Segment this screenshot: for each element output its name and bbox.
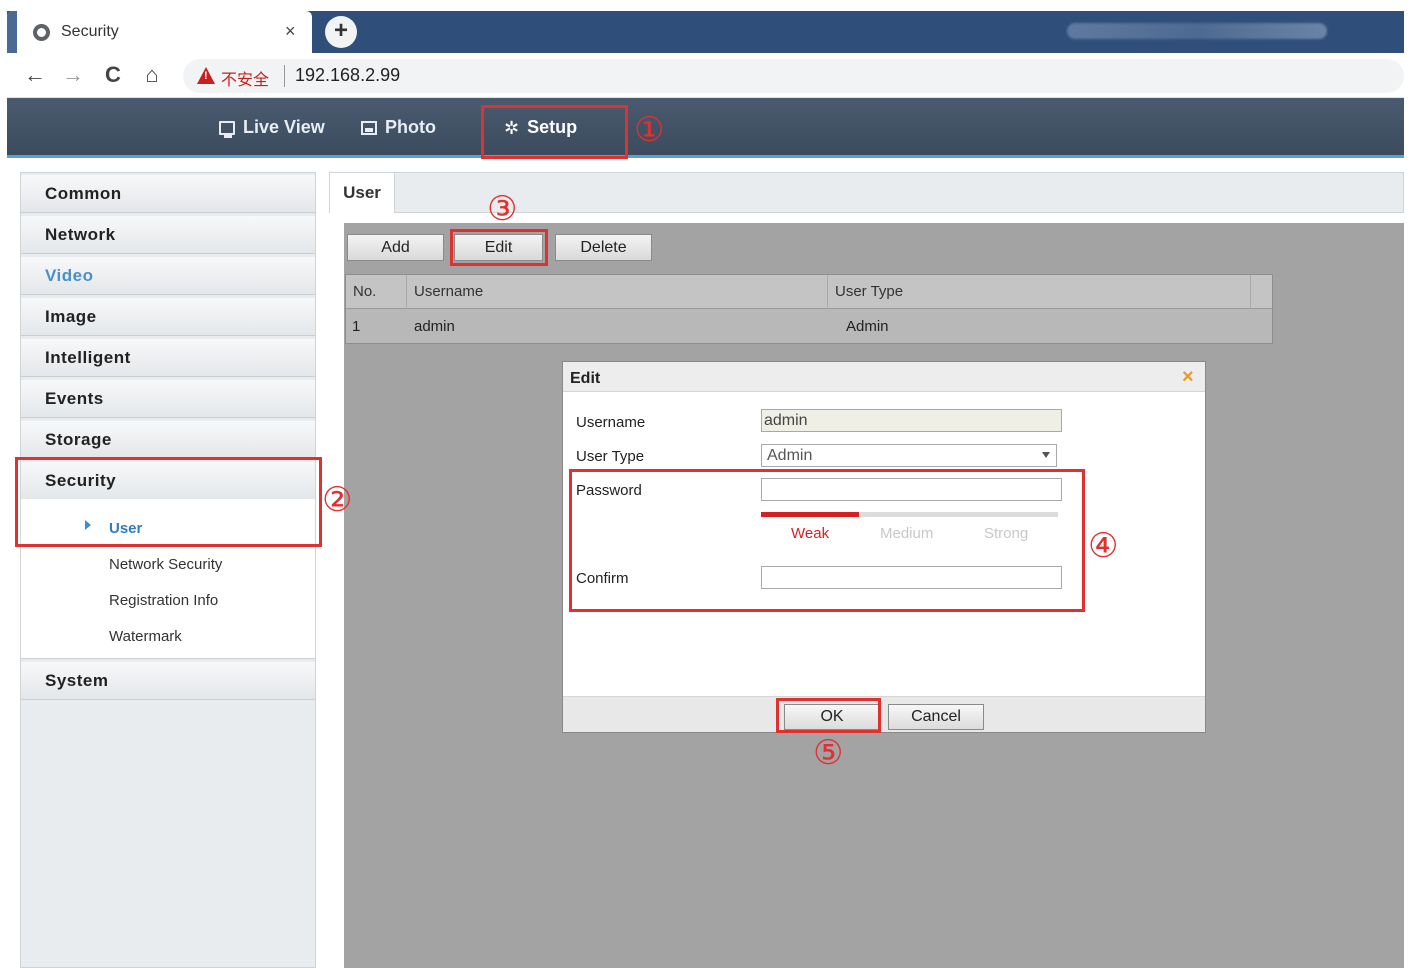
column-header-username[interactable]: Username xyxy=(407,275,828,309)
user-type-value: Admin xyxy=(767,447,813,464)
nav-live-view-label: Live View xyxy=(243,117,325,137)
sidebar-item-network[interactable]: Network xyxy=(21,216,315,254)
forward-arrow-icon[interactable]: → xyxy=(59,62,87,88)
monitor-icon xyxy=(219,120,235,138)
dialog-footer xyxy=(563,696,1205,732)
annotation-box-password xyxy=(569,469,1085,612)
sidebar-item-image[interactable]: Image xyxy=(21,298,315,336)
app-header: Live View Photo ✲ Setup xyxy=(7,98,1404,158)
cell-no: 1 xyxy=(352,318,361,335)
annotation-step-3: ③ xyxy=(487,189,518,229)
annotation-step-2: ② xyxy=(322,480,353,520)
settings-sidebar: Common Network Video Image Intelligent E… xyxy=(20,172,316,968)
sidebar-item-events[interactable]: Events xyxy=(21,380,315,418)
delete-button[interactable]: Delete xyxy=(555,234,652,261)
annotation-box-setup xyxy=(481,105,628,159)
user-table: No. Username User Type 1 admin Admin xyxy=(345,274,1273,344)
close-icon[interactable]: × xyxy=(1182,366,1194,389)
url-input[interactable]: 不安全 192.168.2.99 xyxy=(183,59,1404,93)
address-bar: ← → C ⌂ 不安全 192.168.2.99 xyxy=(7,53,1404,98)
annotation-step-1: ① xyxy=(634,110,665,150)
sidebar-item-common[interactable]: Common xyxy=(21,175,315,213)
annotation-box-edit xyxy=(450,229,548,266)
browser-tab[interactable]: Security × xyxy=(7,11,312,53)
submenu-item-registration-info[interactable]: Registration Info xyxy=(109,592,218,609)
annotation-step-5: ⑤ xyxy=(813,733,844,773)
cell-user-type: Admin xyxy=(846,318,889,335)
annotation-step-4: ④ xyxy=(1088,526,1119,566)
table-header: No. Username User Type xyxy=(346,275,1272,309)
submenu-item-watermark[interactable]: Watermark xyxy=(109,628,182,645)
column-header-user-type[interactable]: User Type xyxy=(828,275,1251,309)
photo-icon xyxy=(361,120,377,135)
home-icon[interactable]: ⌂ xyxy=(138,62,166,88)
nav-live-view[interactable]: Live View xyxy=(219,117,325,138)
tab-title: Security xyxy=(61,23,119,40)
nav-photo[interactable]: Photo xyxy=(361,117,436,138)
back-arrow-icon[interactable]: ← xyxy=(21,62,49,88)
insecure-label[interactable]: 不安全 xyxy=(221,66,269,90)
divider xyxy=(284,65,285,87)
sidebar-item-system[interactable]: System xyxy=(21,662,315,700)
username-field: admin xyxy=(761,409,1062,432)
username-label: Username xyxy=(576,414,646,431)
cancel-button[interactable]: Cancel xyxy=(888,704,984,730)
dialog-title-bar: Edit × xyxy=(563,362,1205,392)
chevron-down-icon xyxy=(1042,452,1050,458)
browser-tab-strip: Security × + xyxy=(7,11,1404,53)
sidebar-item-storage[interactable]: Storage xyxy=(21,421,315,459)
blurred-profile-area xyxy=(1067,23,1327,39)
sidebar-item-intelligent[interactable]: Intelligent xyxy=(21,339,315,377)
tab-user[interactable]: User xyxy=(330,173,395,213)
annotation-box-security xyxy=(15,457,322,547)
add-button[interactable]: Add xyxy=(347,234,444,261)
close-icon[interactable]: × xyxy=(285,21,296,42)
tab-accent xyxy=(7,11,17,53)
new-tab-button[interactable]: + xyxy=(325,16,357,48)
nav-photo-label: Photo xyxy=(385,117,436,137)
reload-icon[interactable]: C xyxy=(99,62,127,88)
submenu-item-network-security[interactable]: Network Security xyxy=(109,556,222,573)
url-text[interactable]: 192.168.2.99 xyxy=(295,65,400,86)
column-header-no[interactable]: No. xyxy=(346,275,407,309)
dialog-title: Edit xyxy=(570,370,601,387)
warning-icon xyxy=(197,67,215,84)
globe-icon xyxy=(33,24,50,41)
user-type-label: User Type xyxy=(576,448,645,465)
user-type-select[interactable]: Admin xyxy=(761,444,1057,467)
cell-username: admin xyxy=(414,318,455,335)
annotation-box-ok xyxy=(776,698,881,733)
sidebar-item-video[interactable]: Video xyxy=(21,257,315,295)
